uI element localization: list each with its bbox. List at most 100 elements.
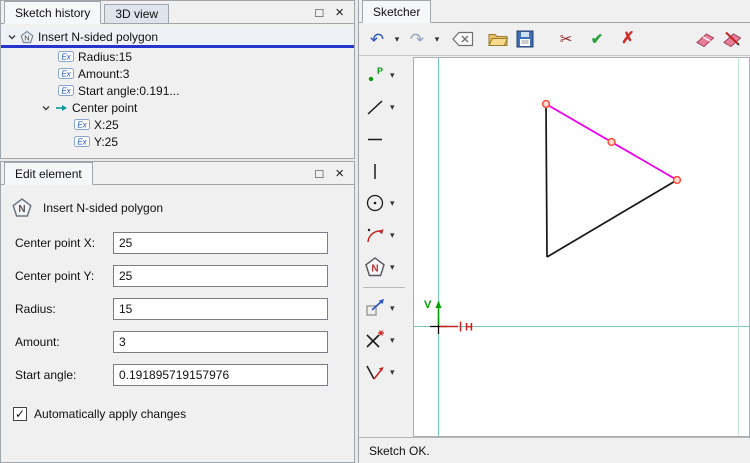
undo-dropdown-icon[interactable]: ▾	[391, 26, 403, 52]
save-icon	[516, 30, 534, 48]
erase-selective-button[interactable]	[719, 26, 745, 52]
vertex-marker[interactable]	[672, 175, 682, 185]
edit-header: N Insert N-sided polygon	[1, 185, 354, 219]
dropdown-arrow-icon[interactable]: ▾	[390, 262, 395, 273]
transform-tool-button[interactable]: ▾	[363, 296, 413, 320]
redo-button[interactable]: ↷	[404, 26, 430, 52]
auto-apply-checkbox[interactable]: ✓	[13, 407, 27, 421]
open-button[interactable]	[485, 26, 511, 52]
sketch-canvas[interactable]: V H	[413, 57, 750, 437]
field-row-center-y: Center point Y:	[15, 265, 328, 287]
field-row-radius: Radius:	[15, 298, 328, 320]
checkmark-icon: ✓	[14, 407, 26, 421]
tab-3d-view[interactable]: 3D view	[104, 4, 170, 23]
sketcher-toolbar: ↶ ▾ ↷ ▾ ✂ ✔ ✗	[359, 23, 750, 56]
point-tool-button[interactable]: P ▾	[363, 63, 413, 87]
expression-icon: Ex	[74, 119, 90, 130]
backspace-button[interactable]	[450, 26, 476, 52]
arc-tool-button[interactable]: ▾	[363, 223, 413, 247]
tree-item-center-point[interactable]: Center point	[1, 99, 354, 116]
sketcher-panel: Sketcher ↶ ▾ ↷ ▾ ✂ ✔ ✗ P ▾ ▾ ▾ ▾ N ▾ ▾ ▾…	[358, 0, 750, 463]
expression-icon: Ex	[58, 51, 74, 62]
polygon-edge[interactable]	[545, 103, 548, 258]
radius-label: Radius:	[15, 302, 56, 316]
status-bar: Sketch OK.	[359, 437, 750, 463]
trim-tool-icon	[366, 330, 384, 348]
maximize-icon[interactable]: □	[315, 6, 323, 19]
accept-button[interactable]: ✔	[584, 26, 610, 52]
center-point-y-input[interactable]	[113, 265, 328, 287]
field-row-start-angle: Start angle:	[15, 364, 328, 386]
dropdown-arrow-icon[interactable]: ▾	[390, 335, 395, 346]
dropdown-arrow-icon[interactable]: ▾	[390, 303, 395, 314]
chevron-expanded-icon[interactable]	[41, 103, 51, 113]
horizontal-line-tool-button[interactable]	[363, 127, 413, 151]
auto-apply-row: ✓ Automatically apply changes	[13, 407, 186, 421]
amount-input[interactable]	[113, 331, 328, 353]
edit-header-title: Insert N-sided polygon	[43, 201, 164, 215]
dropdown-arrow-icon[interactable]: ▾	[390, 102, 395, 113]
erase-button[interactable]	[692, 26, 718, 52]
vertex-marker[interactable]	[541, 99, 551, 109]
tree-item-x[interactable]: Ex X:25	[1, 116, 354, 133]
cancel-button[interactable]: ✗	[615, 26, 641, 52]
tab-sketch-history[interactable]: Sketch history	[4, 1, 102, 24]
save-button[interactable]	[512, 26, 538, 52]
start-angle-input[interactable]	[113, 364, 328, 386]
line-tool-button[interactable]: ▾	[363, 95, 413, 119]
radius-input[interactable]	[113, 298, 328, 320]
dropdown-arrow-icon[interactable]: ▾	[390, 198, 395, 209]
polygon-tool-button[interactable]: N ▾	[363, 255, 413, 279]
maximize-icon[interactable]: □	[315, 167, 323, 180]
transform-tool-icon	[366, 299, 384, 316]
redo-dropdown-icon[interactable]: ▾	[431, 26, 443, 52]
angle-tool-button[interactable]: ▾	[363, 360, 413, 384]
history-window-buttons: □ ×	[305, 1, 354, 23]
dropdown-arrow-icon[interactable]: ▾	[390, 230, 395, 241]
start-angle-label: Start angle:	[15, 368, 77, 382]
line-tool-icon	[367, 100, 383, 115]
center-point-x-input[interactable]	[113, 232, 328, 254]
edit-element-body: N Insert N-sided polygon Center point X:…	[1, 185, 354, 463]
dropdown-arrow-icon[interactable]: ▾	[390, 70, 395, 81]
polygon-tool-icon: N	[365, 257, 385, 277]
tree-item-start-angle[interactable]: Ex Start angle:0.191...	[1, 82, 354, 99]
polygon-edge[interactable]	[546, 179, 678, 258]
vertical-line-tool-icon	[374, 164, 376, 179]
tab-edit-element[interactable]: Edit element	[4, 162, 93, 185]
tree-item-radius[interactable]: Ex Radius:15	[1, 48, 354, 65]
tab-sketcher[interactable]: Sketcher	[362, 0, 432, 23]
chevron-expanded-icon[interactable]	[7, 32, 17, 42]
undo-button[interactable]: ↶	[364, 26, 390, 52]
tree-item-label: Start angle:0.191...	[78, 83, 180, 98]
svg-text:N: N	[371, 264, 378, 275]
dropdown-arrow-icon[interactable]: ▾	[390, 367, 395, 378]
tree-item-amount[interactable]: Ex Amount:3	[1, 65, 354, 82]
trim-tool-button[interactable]: ▾	[363, 328, 413, 352]
svg-text:Ex: Ex	[77, 121, 87, 130]
point-arrow-icon	[56, 104, 67, 111]
close-icon[interactable]: ×	[335, 5, 344, 20]
close-icon[interactable]: ×	[335, 166, 344, 181]
angle-tool-icon	[366, 365, 384, 380]
tree-item-y[interactable]: Ex Y:25	[1, 133, 354, 150]
eraser-pencil-icon	[723, 31, 742, 47]
amount-label: Amount:	[15, 335, 60, 349]
svg-text:Ex: Ex	[61, 53, 71, 62]
sketch-history-panel: Sketch history 3D view □ × N Insert N-si…	[0, 0, 355, 159]
tree-item-insert-polygon[interactable]: N Insert N-sided polygon	[1, 28, 354, 48]
tree-item-label: Center point	[72, 100, 138, 115]
svg-text:N: N	[18, 204, 25, 215]
status-text: Sketch OK.	[369, 443, 430, 458]
arc-tool-icon	[367, 228, 384, 243]
auto-apply-label: Automatically apply changes	[34, 407, 187, 421]
tree-item-label: X:25	[94, 117, 119, 132]
circle-tool-button[interactable]: ▾	[363, 191, 413, 215]
vertical-line-tool-button[interactable]	[363, 159, 413, 183]
h-axis-arrow: H	[440, 321, 473, 334]
expression-icon: Ex	[58, 85, 74, 96]
midpoint-marker[interactable]	[607, 137, 616, 147]
cut-button[interactable]: ✂	[553, 26, 579, 52]
svg-text:N: N	[24, 33, 29, 42]
center-point-x-label: Center point X:	[15, 236, 96, 250]
